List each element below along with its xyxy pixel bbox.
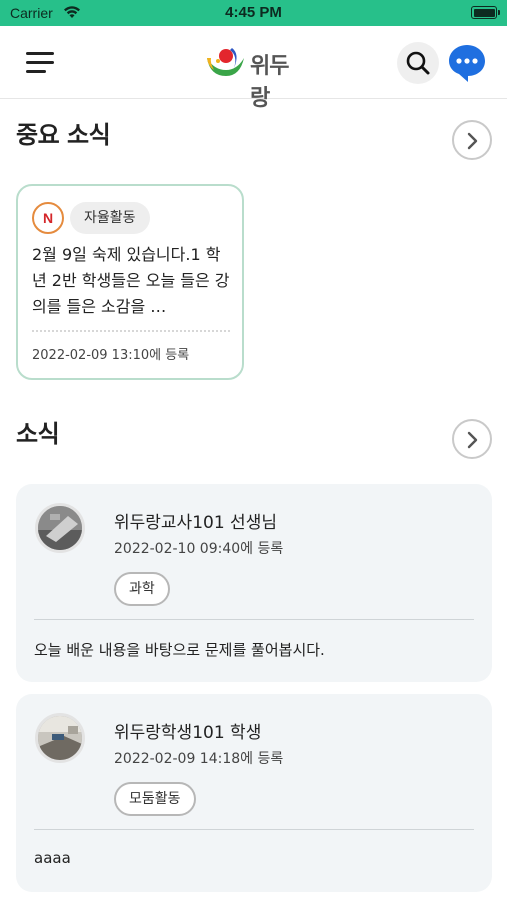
notice-date: 2022-02-09 13:10에 등록 <box>32 348 190 363</box>
notice-text: 2월 9일 숙제 있습니다.1 학년 2반 학생들은 오늘 들은 강의를 들은 … <box>32 245 230 316</box>
post-date: 2022-02-09 14:18에 등록 <box>114 751 284 767</box>
logo-mark-icon <box>207 48 244 76</box>
status-bar: Carrier 4:45 PM <box>0 0 507 26</box>
new-badge: N <box>32 202 64 234</box>
top-navigation-bar: 위두랑 <box>0 26 507 111</box>
divider <box>34 829 474 830</box>
menu-icon <box>26 52 54 55</box>
news-title: 소식 <box>16 420 60 448</box>
important-news-more-button[interactable] <box>452 120 492 160</box>
avatar <box>35 503 85 553</box>
news-post-card[interactable]: 위두랑학생101 학생 2022-02-09 14:18에 등록 모둠활동 aa… <box>16 694 492 892</box>
app-logo: 위두랑 <box>204 44 304 111</box>
divider <box>34 619 474 620</box>
post-author: 위두랑학생101 학생 <box>114 723 262 743</box>
news-post-card[interactable]: 위두랑교사101 선생님 2022-02-10 09:40에 등록 과학 오늘 … <box>16 484 492 682</box>
chevron-right-icon <box>467 431 478 449</box>
clock: 4:45 PM <box>225 4 282 21</box>
post-author: 위두랑교사101 선생님 <box>114 513 277 533</box>
important-news-title: 중요 소식 <box>16 121 111 149</box>
post-body: aaaa <box>34 849 71 867</box>
search-icon <box>406 51 430 75</box>
post-date: 2022-02-10 09:40에 등록 <box>114 541 284 557</box>
chat-icon <box>449 45 485 82</box>
divider <box>32 330 230 332</box>
logo-text: 위두랑 <box>250 54 289 111</box>
search-button[interactable] <box>397 42 439 84</box>
chevron-right-icon <box>467 132 478 150</box>
news-more-button[interactable] <box>452 419 492 459</box>
chat-button[interactable] <box>446 42 488 84</box>
battery-icon <box>471 6 500 19</box>
category-chip: 자율활동 <box>70 202 150 234</box>
post-tag: 모둠활동 <box>114 782 196 816</box>
avatar <box>35 713 85 763</box>
post-tag: 과학 <box>114 572 170 606</box>
important-news-card[interactable]: N 자율활동 2월 9일 숙제 있습니다.1 학년 2반 학생들은 오늘 들은 … <box>16 184 244 380</box>
menu-button[interactable] <box>22 48 56 78</box>
post-body: 오늘 배운 내용을 바탕으로 문제를 풀어봅시다. <box>34 641 325 659</box>
